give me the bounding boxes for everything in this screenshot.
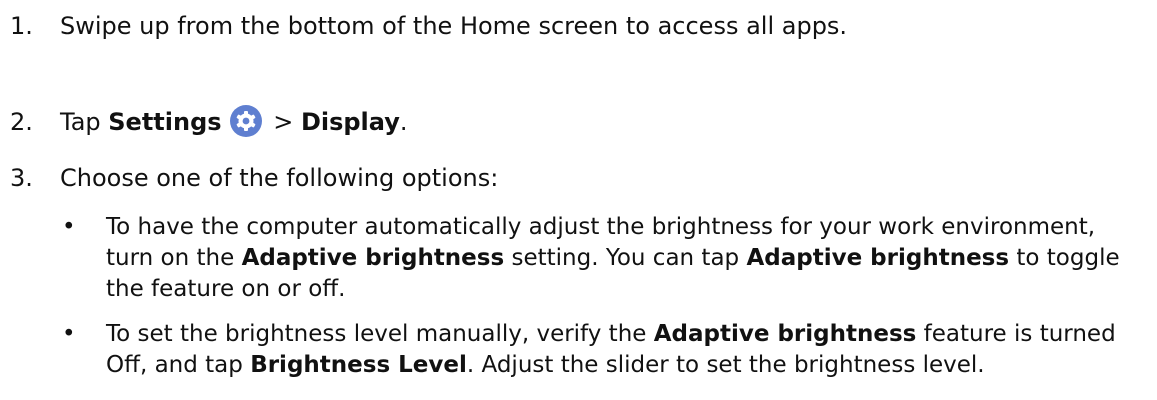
adaptive-brightness-label: Adaptive brightness	[241, 245, 505, 271]
bullet-text: setting. You can tap	[504, 245, 747, 271]
settings-label: Settings	[108, 108, 222, 136]
brightness-level-label: Brightness Level	[250, 352, 467, 378]
bullet-mark: •	[62, 214, 76, 240]
step-number: 2.	[10, 108, 33, 136]
step-text: Tap	[60, 108, 109, 136]
adaptive-brightness-label: Adaptive brightness	[653, 321, 917, 347]
gear-icon	[229, 105, 262, 137]
bullet-text: . Adjust the slider to set the brightnes…	[466, 352, 985, 378]
adaptive-brightness-label: Adaptive brightness	[746, 245, 1010, 271]
step-1: 1. Swipe up from the bottom of the Home s…	[10, 10, 847, 42]
step-text-end: .	[399, 108, 408, 136]
bullet-text: To set the brightness level manually, ve…	[106, 321, 654, 347]
step-text: Choose one of the following options:	[60, 164, 499, 192]
step-3: 3. Choose one of the following options:	[10, 162, 498, 194]
step-number: 1.	[10, 12, 33, 40]
step-number: 3.	[10, 164, 33, 192]
bullet-mark: •	[62, 321, 76, 347]
step-separator: >	[265, 108, 301, 136]
step-text: Swipe up from the bottom of the Home scr…	[60, 12, 848, 40]
option-manual-brightness: • To set the brightness level manually, v…	[56, 319, 1146, 381]
display-label: Display	[300, 108, 400, 136]
options-list: • To have the computer automatically adju…	[56, 212, 1146, 395]
step-2: 2. Tap Settings > Display.	[10, 105, 408, 138]
option-auto-brightness: • To have the computer automatically adju…	[56, 212, 1146, 305]
instructions-document: 1. Swipe up from the bottom of the Home s…	[0, 0, 1157, 400]
